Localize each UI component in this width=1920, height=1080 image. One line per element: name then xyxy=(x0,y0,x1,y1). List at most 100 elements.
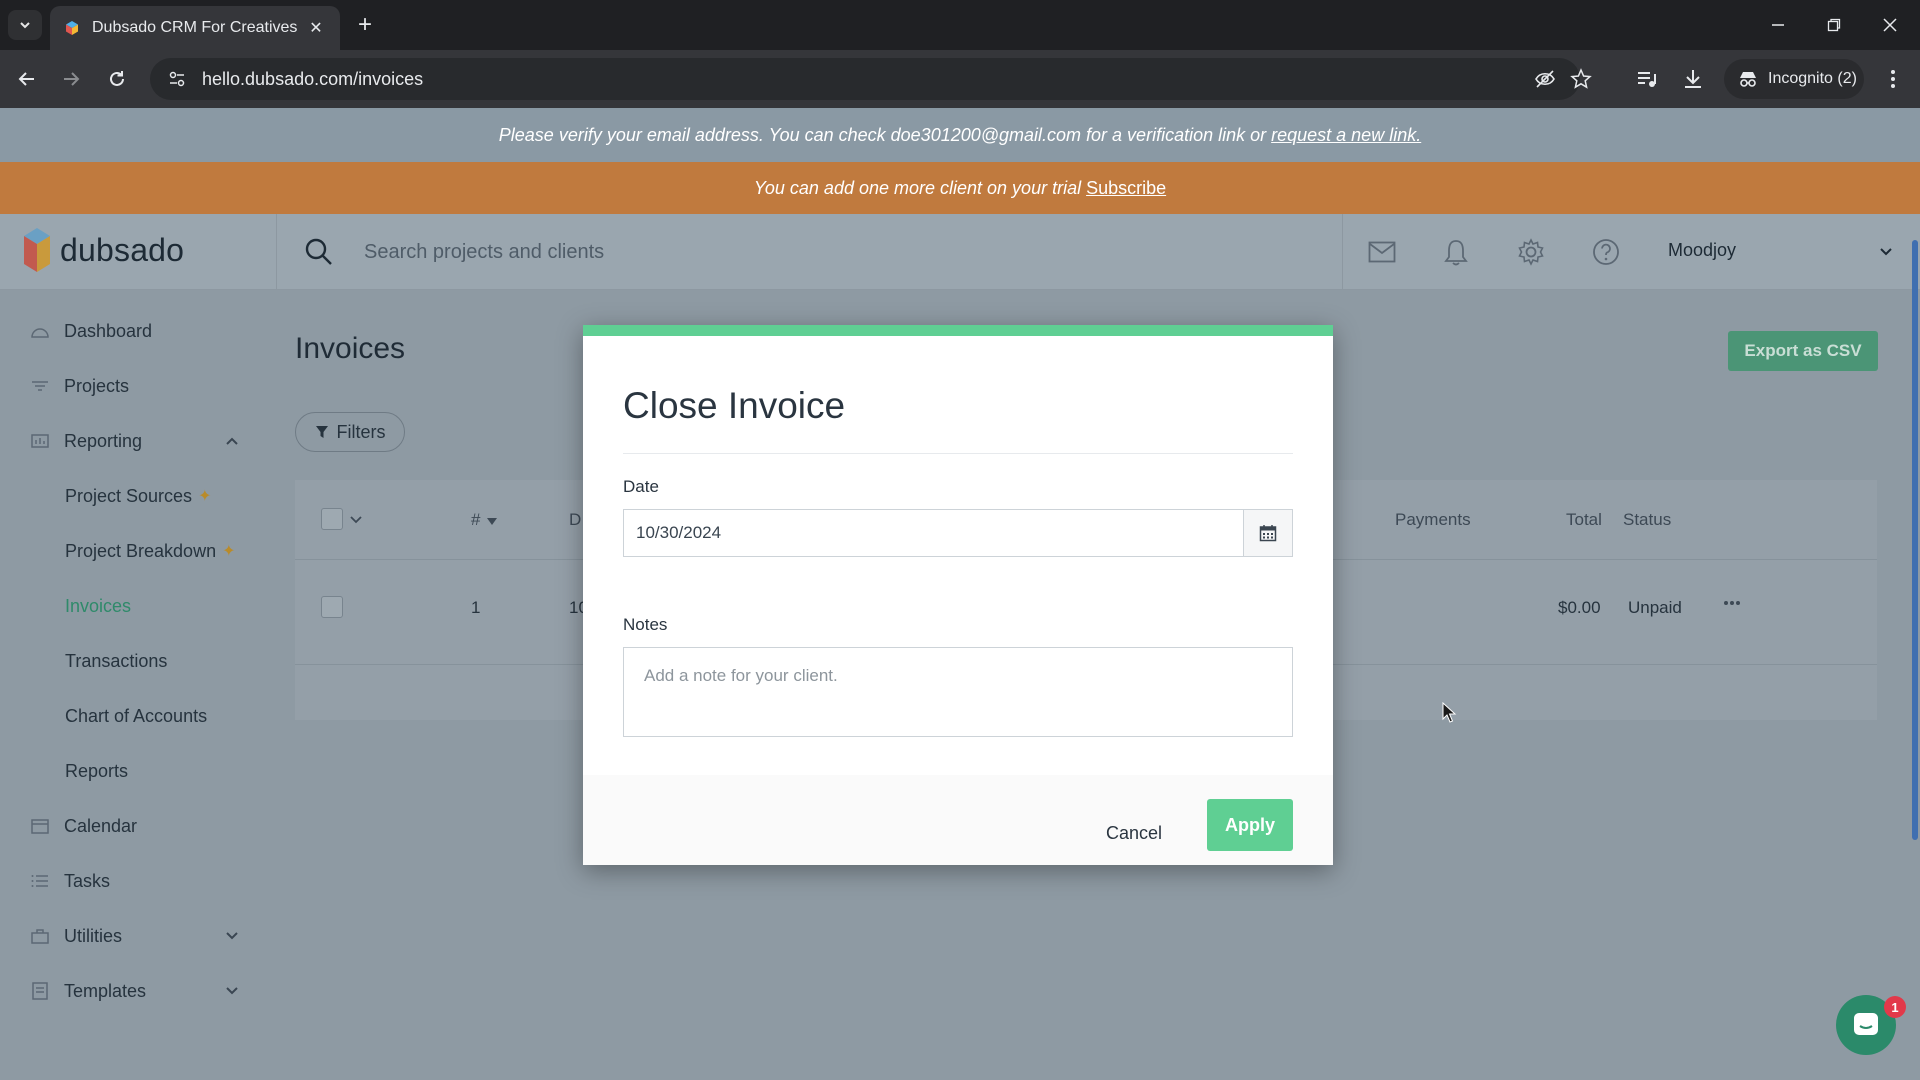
app-header: dubsado Moodjoy xyxy=(0,214,1920,290)
download-icon[interactable] xyxy=(1678,64,1708,94)
verify-text: Please verify your email address. You ca… xyxy=(498,124,1267,145)
modal-title: Close Invoice xyxy=(623,385,846,426)
export-csv-button[interactable]: Export as CSV xyxy=(1728,331,1878,371)
sidebar-item-label: Chart of Accounts xyxy=(65,705,208,726)
sidebar-item-label: Project Breakdown xyxy=(65,540,217,561)
trial-banner: You can add one more client on your tria… xyxy=(0,162,1920,214)
date-label: Date xyxy=(623,477,659,496)
sidebar-item-label: Calendar xyxy=(64,815,138,836)
chevron-down-icon[interactable] xyxy=(349,514,363,526)
filter-icon xyxy=(315,426,328,438)
site-settings-icon[interactable] xyxy=(168,70,186,88)
page-scrollbar[interactable] xyxy=(1912,240,1918,840)
tab-title: Dubsado CRM For Creatives xyxy=(92,19,298,36)
dashboard-icon xyxy=(30,321,50,341)
chevron-down-icon xyxy=(20,22,30,29)
sidebar-item-label: Invoices xyxy=(65,595,132,616)
chevron-up-icon[interactable] xyxy=(222,431,242,451)
search-input[interactable] xyxy=(364,234,1324,270)
tab-close-icon[interactable]: ✕ xyxy=(306,18,326,38)
restore-icon[interactable] xyxy=(1814,8,1854,42)
column-header-status[interactable]: Status xyxy=(1623,510,1671,530)
bookmark-star-icon[interactable] xyxy=(1570,68,1592,90)
calendar-picker-button[interactable] xyxy=(1243,509,1293,557)
templates-icon xyxy=(30,981,50,1001)
filters-label: Filters xyxy=(336,421,386,442)
sidebar-item-project-sources[interactable]: Project Sources ✦ xyxy=(65,476,211,516)
date-field[interactable] xyxy=(623,509,1243,557)
sparkle-icon: ✦ xyxy=(198,488,212,505)
sidebar-item-dashboard[interactable]: Dashboard xyxy=(30,311,250,351)
sidebar-item-reporting[interactable]: Reporting xyxy=(30,421,250,461)
select-all-checkbox[interactable] xyxy=(321,508,343,530)
mail-icon[interactable] xyxy=(1366,236,1398,268)
column-header-date[interactable]: D xyxy=(569,510,581,530)
sidebar-item-templates[interactable]: Templates xyxy=(30,971,250,1011)
bell-icon[interactable] xyxy=(1440,236,1472,268)
chevron-down-icon[interactable] xyxy=(1876,242,1896,262)
column-header-payments[interactable]: Payments xyxy=(1395,510,1471,530)
apply-button[interactable]: Apply xyxy=(1207,799,1293,851)
more-vertical-icon[interactable] xyxy=(1878,64,1908,94)
address-bar[interactable]: hello.dubsado.com/invoices xyxy=(150,58,1592,100)
sidebar-item-chart-of-accounts[interactable]: Chart of Accounts xyxy=(65,696,207,736)
back-arrow-icon[interactable] xyxy=(12,64,42,94)
sidebar-item-invoices[interactable]: Invoices xyxy=(65,586,131,626)
sidebar-item-label: Projects xyxy=(64,375,130,396)
notes-field[interactable] xyxy=(623,647,1293,737)
sidebar-item-calendar[interactable]: Calendar xyxy=(30,806,250,846)
minimize-icon[interactable] xyxy=(1758,8,1798,42)
sort-down-icon[interactable] xyxy=(487,518,497,526)
close-window-icon[interactable] xyxy=(1870,8,1910,42)
sidebar-item-reports[interactable]: Reports xyxy=(65,751,128,791)
help-circle-icon[interactable] xyxy=(1590,236,1622,268)
media-controls-icon[interactable] xyxy=(1632,64,1662,94)
sidebar-item-tasks[interactable]: Tasks xyxy=(30,861,250,901)
browser-toolbar: hello.dubsado.com/invoices Incognito (2) xyxy=(0,50,1920,108)
invoice-total: $0.00 xyxy=(1558,598,1601,617)
utilities-icon xyxy=(30,926,50,946)
cancel-button[interactable]: Cancel xyxy=(1106,823,1162,844)
reload-icon[interactable] xyxy=(102,64,132,94)
sparkle-icon: ✦ xyxy=(222,543,236,560)
search-icon[interactable] xyxy=(304,237,334,267)
chevron-down-icon[interactable] xyxy=(222,981,242,1001)
sidebar-item-utilities[interactable]: Utilities xyxy=(30,916,250,956)
browser-tab[interactable]: Dubsado CRM For Creatives ✕ xyxy=(50,6,340,50)
sidebar-item-project-breakdown[interactable]: Project Breakdown ✦ xyxy=(65,531,235,571)
divider xyxy=(623,453,1293,454)
column-header-number[interactable]: # xyxy=(471,510,480,530)
filters-button[interactable]: Filters xyxy=(295,412,405,452)
row-checkbox[interactable] xyxy=(321,596,343,618)
sidebar-item-projects[interactable]: Projects xyxy=(30,366,250,406)
new-tab-button[interactable]: + xyxy=(352,12,378,38)
request-new-link[interactable]: request a new link. xyxy=(1271,125,1421,146)
sidebar-item-transactions[interactable]: Transactions xyxy=(65,641,167,681)
calendar-icon xyxy=(30,816,50,836)
modal-accent-bar xyxy=(583,325,1333,336)
chevron-down-icon[interactable] xyxy=(222,926,242,946)
sidebar-item-label: Utilities xyxy=(64,925,123,946)
dubsado-logo-icon xyxy=(24,228,50,272)
tab-list-button[interactable] xyxy=(8,10,42,40)
more-horizontal-icon[interactable] xyxy=(1723,600,1741,606)
gear-icon[interactable] xyxy=(1515,236,1547,268)
invoice-status: Unpaid xyxy=(1628,598,1682,617)
reporting-icon xyxy=(30,431,50,451)
dubsado-logo[interactable]: dubsado xyxy=(22,228,184,272)
calendar-icon xyxy=(1259,525,1277,542)
column-header-total[interactable]: Total xyxy=(1566,510,1602,530)
incognito-icon xyxy=(1740,72,1756,87)
browser-tab-bar: Dubsado CRM For Creatives ✕ + xyxy=(0,0,1920,50)
projects-icon xyxy=(30,376,50,396)
user-menu-name[interactable]: Moodjoy xyxy=(1668,240,1736,261)
sidebar-item-label: Templates xyxy=(64,980,147,1001)
chat-unread-badge: 1 xyxy=(1884,996,1906,1018)
forward-arrow-icon[interactable] xyxy=(56,64,86,94)
subscribe-link[interactable]: Subscribe xyxy=(1086,178,1166,199)
eye-off-icon[interactable] xyxy=(1534,68,1556,90)
invoice-number: 1 xyxy=(471,598,481,617)
incognito-indicator[interactable]: Incognito (2) xyxy=(1724,59,1864,99)
notes-label: Notes xyxy=(623,615,668,634)
sidebar-item-label: Project Sources xyxy=(65,485,193,506)
